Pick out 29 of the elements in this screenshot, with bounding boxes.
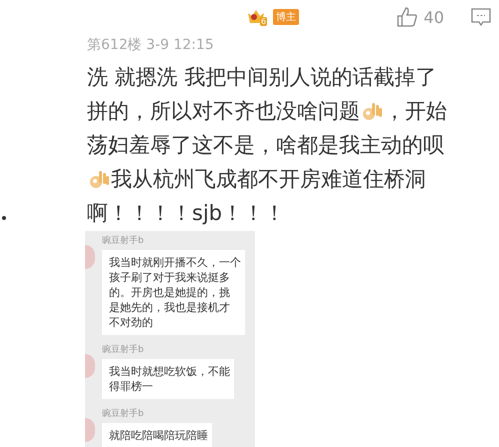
sender-name: 豌豆射手b: [102, 235, 145, 247]
comment-text: 我从杭州飞成都不开房难道住桥洞: [111, 166, 426, 193]
avatar: [85, 245, 95, 269]
message-text: 是她先的，我也是接机才: [109, 300, 231, 315]
ok-hand-icon: [88, 168, 110, 190]
level-number: 6: [260, 16, 268, 26]
message-text: 不对劲的: [109, 315, 154, 330]
ok-hand-icon: [361, 100, 383, 122]
floor-timestamp: 第612楼 3-9 12:15: [86, 36, 215, 55]
comment-icon[interactable]: [471, 8, 491, 26]
avatar: [85, 418, 95, 442]
message-text: 我当时就想吃软饭，不能: [109, 364, 230, 379]
message-text: 孩子刷了对于我来说挺多: [109, 270, 231, 285]
like-count: 40: [424, 8, 444, 26]
sender-name: 豌豆射手b: [102, 344, 145, 356]
comment-text: 啊！！！！sjb！！！: [87, 200, 286, 227]
message-text: 我当时就刚开播不久，一个: [109, 255, 241, 270]
comment-text: ，开始: [384, 98, 447, 125]
comment-text: 拼的，所以对不齐也没啥问题: [87, 98, 360, 125]
message-text: 就陪吃陪喝陪玩陪睡: [109, 428, 208, 443]
message-text: 的。开房也是她提的，挑: [109, 285, 231, 300]
sender-name: 豌豆射手b: [102, 408, 145, 420]
avatar: [85, 354, 95, 378]
comment-text: 洗 就摁洗 我把中间别人说的话截掉了: [87, 64, 436, 91]
role-tag: 博主: [273, 9, 300, 25]
bullet-dot: [2, 216, 6, 220]
comment-text: 荡妇羞辱了这不是，啥都是我主动的呗: [87, 132, 444, 159]
message-text: 得罪榜一: [109, 379, 154, 394]
thumbs-up-icon[interactable]: [396, 6, 418, 28]
